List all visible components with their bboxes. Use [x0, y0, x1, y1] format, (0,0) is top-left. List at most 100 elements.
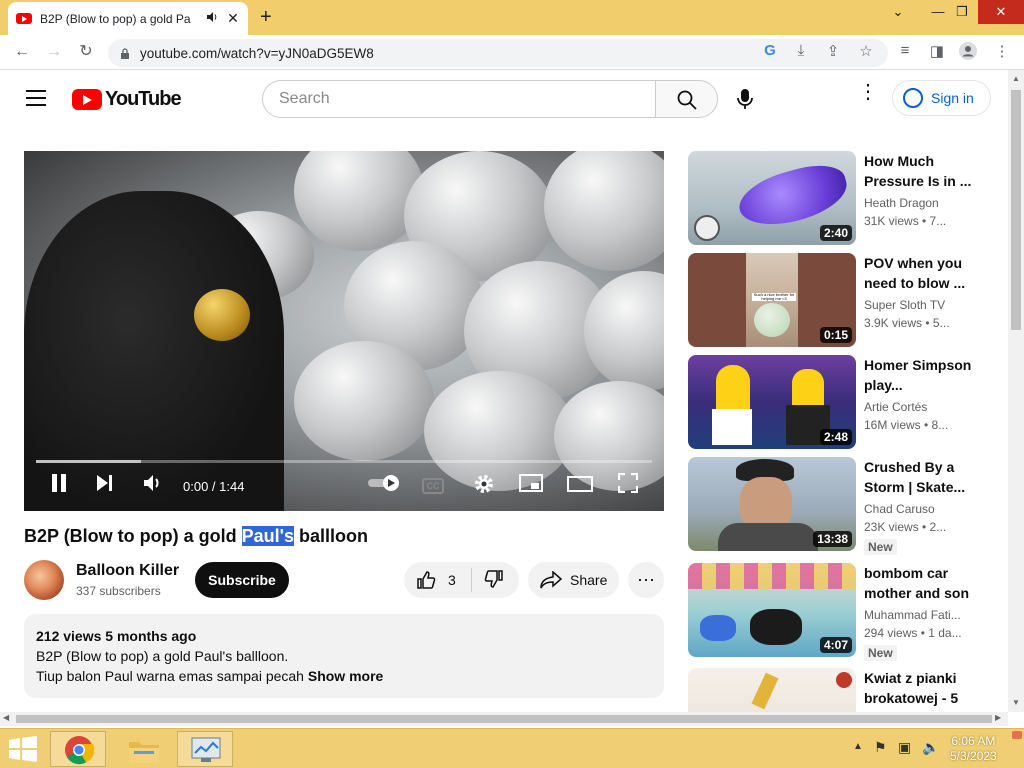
- scroll-down-icon[interactable]: ▼: [1012, 698, 1020, 707]
- channel-name[interactable]: Balloon Killer: [76, 562, 179, 580]
- progress-bar[interactable]: [36, 460, 652, 463]
- notification-badge-icon[interactable]: [1012, 731, 1022, 739]
- restore-icon[interactable]: ❐: [942, 0, 982, 24]
- scrollbar-thumb[interactable]: [1011, 90, 1021, 330]
- theater-mode-icon[interactable]: [566, 473, 594, 499]
- taskbar-chrome[interactable]: [50, 731, 106, 767]
- video-thumbnail[interactable]: 13:38: [688, 457, 856, 551]
- recommended-video[interactable]: 2:48 Homer Simpson play... Artie Cortés …: [688, 355, 988, 449]
- recommended-channel[interactable]: Muhammad Fati...: [864, 608, 976, 622]
- fullscreen-icon[interactable]: [615, 472, 641, 499]
- captions-icon[interactable]: CC: [422, 473, 448, 499]
- profile-icon[interactable]: [958, 42, 978, 64]
- sign-in-button[interactable]: Sign in: [892, 80, 991, 116]
- search-input[interactable]: Search: [262, 80, 655, 118]
- recommended-title[interactable]: POV when you need to blow ...: [864, 253, 974, 293]
- hamburger-menu-icon[interactable]: [26, 90, 46, 106]
- buffered-bar: [36, 460, 141, 463]
- speaker-icon[interactable]: [206, 11, 220, 26]
- vertical-scrollbar[interactable]: ▲ ▼: [1008, 70, 1024, 712]
- window-close-icon[interactable]: ✕: [978, 0, 1024, 24]
- recommended-video[interactable]: 4:07 bombom car mother and son Muhammad …: [688, 563, 988, 661]
- recommended-channel[interactable]: Super Sloth TV: [864, 298, 976, 312]
- recommended-title[interactable]: Kwiat z pianki brokatowej - 5: [864, 668, 974, 708]
- share-button[interactable]: Share: [528, 562, 619, 598]
- video-title: B2P (Blow to pop) a gold Paul's ballloon: [24, 526, 368, 547]
- bookmark-star-icon[interactable]: ☆: [856, 42, 876, 60]
- taskbar-task-manager[interactable]: [177, 731, 233, 767]
- horizontal-scrollbar[interactable]: ◀ ▶: [0, 712, 1008, 726]
- video-player[interactable]: 0:00 / 1:44 CC: [24, 151, 664, 511]
- scroll-right-icon[interactable]: ▶: [995, 713, 1001, 722]
- new-badge: New: [864, 645, 897, 661]
- search-button[interactable]: [655, 80, 718, 118]
- close-tab-icon[interactable]: ✕: [226, 10, 240, 27]
- share-page-icon[interactable]: ⇪: [823, 42, 843, 60]
- voice-search-icon[interactable]: [735, 88, 755, 110]
- recommended-title[interactable]: bombom car mother and son: [864, 563, 974, 603]
- recommended-channel[interactable]: Artie Cortés: [864, 400, 976, 414]
- description-line: Tiup balon Paul warna emas sampai pecah: [36, 668, 304, 684]
- reload-icon[interactable]: ↻: [76, 42, 96, 62]
- pause-icon[interactable]: [46, 473, 72, 499]
- media-control-icon[interactable]: ≡: [895, 42, 915, 59]
- video-thumbnail[interactable]: 2:48: [688, 355, 856, 449]
- settings-gear-icon[interactable]: [471, 473, 497, 499]
- network-icon[interactable]: ▣: [898, 739, 911, 756]
- new-badge: New: [864, 539, 897, 555]
- settings-menu-icon[interactable]: ⋮: [858, 82, 878, 102]
- forward-icon[interactable]: →: [44, 42, 64, 62]
- volume-icon[interactable]: [140, 473, 166, 499]
- youtube-favicon-icon: [16, 13, 32, 24]
- recommended-title[interactable]: Homer Simpson play...: [864, 355, 974, 395]
- more-actions-icon[interactable]: ⋯: [628, 562, 664, 598]
- taskbar-file-explorer[interactable]: [115, 731, 171, 767]
- action-center-flag-icon[interactable]: ⚑: [874, 739, 887, 756]
- side-panel-icon[interactable]: ◨: [927, 42, 947, 60]
- google-lens-icon[interactable]: G: [760, 42, 780, 59]
- recommended-video[interactable]: Such a nice brother for helping me <3 0:…: [688, 253, 988, 347]
- system-clock[interactable]: 6:06 AM 5/3/2023: [950, 734, 997, 764]
- scrollbar-thumb[interactable]: [16, 715, 992, 723]
- scroll-up-icon[interactable]: ▲: [1012, 74, 1020, 83]
- browser-tab[interactable]: B2P (Blow to pop) a gold Pa ✕: [8, 2, 248, 35]
- show-hidden-icons-icon[interactable]: ▲: [853, 741, 863, 752]
- video-thumbnail[interactable]: Such a nice brother for helping me <3 0:…: [688, 253, 856, 347]
- install-app-icon[interactable]: ⤓: [791, 42, 811, 59]
- title-text-end: ballloon: [293, 526, 368, 546]
- dislike-button[interactable]: [472, 569, 504, 592]
- recommended-channel[interactable]: Chad Caruso: [864, 502, 976, 516]
- duration-badge: 13:38: [813, 531, 852, 547]
- logo-text: YouTube: [105, 88, 182, 110]
- new-tab-button[interactable]: +: [260, 6, 272, 29]
- youtube-logo[interactable]: YouTube: [72, 88, 182, 111]
- browser-menu-icon[interactable]: ⋮: [992, 42, 1012, 60]
- recommended-title[interactable]: How Much Pressure Is in ...: [864, 151, 974, 191]
- share-label: Share: [570, 572, 608, 588]
- like-button[interactable]: 3: [404, 568, 472, 592]
- subscribe-button[interactable]: Subscribe: [195, 562, 289, 598]
- recommended-video[interactable]: 2:40 How Much Pressure Is in ... Heath D…: [688, 151, 988, 245]
- volume-muted-icon[interactable]: 🔈: [922, 739, 939, 756]
- show-more-link[interactable]: Show more: [308, 668, 383, 684]
- balloon: [294, 151, 424, 251]
- recommended-title[interactable]: Crushed By a Storm | Skate...: [864, 457, 974, 497]
- miniplayer-icon[interactable]: [518, 473, 544, 499]
- recommended-video[interactable]: Kwiat z pianki brokatowej - 5: [688, 668, 988, 712]
- back-icon[interactable]: ←: [12, 42, 32, 62]
- video-thumbnail[interactable]: 4:07: [688, 563, 856, 657]
- recommended-channel[interactable]: Heath Dragon: [864, 196, 976, 210]
- tab-search-icon[interactable]: ⌄: [878, 0, 918, 24]
- share-icon: [540, 571, 562, 589]
- url-text: youtube.com/watch?v=yJN0aDG5EW8: [140, 45, 374, 61]
- description-box[interactable]: 212 views 5 months ago B2P (Blow to pop)…: [24, 614, 664, 698]
- start-button-icon[interactable]: [8, 736, 38, 762]
- video-thumbnail[interactable]: 2:40: [688, 151, 856, 245]
- video-thumbnail[interactable]: [688, 668, 856, 712]
- channel-avatar[interactable]: [24, 560, 64, 600]
- thumbs-up-icon: [417, 571, 436, 589]
- next-video-icon[interactable]: [92, 473, 118, 499]
- recommended-video[interactable]: 13:38 Crushed By a Storm | Skate... Chad…: [688, 457, 988, 555]
- scroll-left-icon[interactable]: ◀: [3, 713, 9, 722]
- autoplay-toggle[interactable]: [366, 473, 402, 499]
